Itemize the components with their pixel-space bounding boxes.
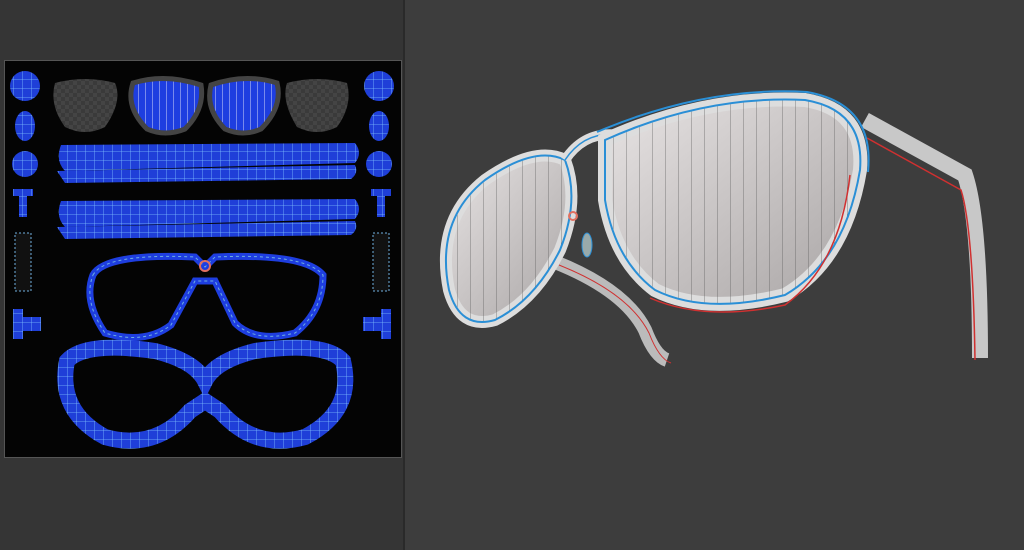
uv-islands xyxy=(10,71,394,449)
uv-lens-islands xyxy=(53,75,349,136)
uv-frame-island xyxy=(86,252,327,341)
uv-editor-panel[interactable] xyxy=(0,0,403,550)
uv-temple-islands xyxy=(57,143,359,239)
uv-texture-canvas[interactable] xyxy=(4,60,402,458)
sunglasses-mesh xyxy=(440,90,988,367)
3d-viewport[interactable] xyxy=(405,0,1024,550)
temple-right xyxy=(861,112,988,359)
uv-frame-back-island xyxy=(57,339,354,449)
